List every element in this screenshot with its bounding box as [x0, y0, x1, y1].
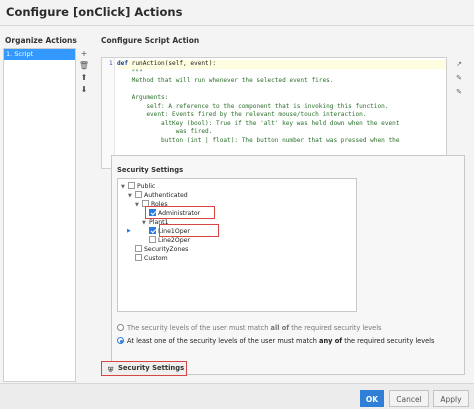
radio-any-suffix: the required security levels — [342, 337, 435, 345]
action-item-script[interactable]: 1. Script — [4, 49, 75, 60]
expand-arrow-icon[interactable]: ▶ — [127, 227, 134, 236]
tree-label: Line2Oper — [158, 237, 190, 244]
security-tree: ▼ Public ▼ Authenticated ▼ Roles Administra… — [117, 178, 357, 312]
code-line: was fired. — [117, 128, 213, 135]
radio-match-all[interactable]: The security levels of the user must mat… — [117, 323, 381, 333]
move-up-icon[interactable]: ⬆ — [78, 72, 90, 84]
editor-side-tools: ↗ ✎ ✎ — [453, 57, 465, 149]
radio-button-selected[interactable] — [117, 337, 124, 344]
security-settings-button-label: Security Settings — [118, 364, 185, 372]
apply-button[interactable]: Apply — [433, 390, 469, 407]
expand-arrow-icon[interactable]: ▼ — [128, 192, 135, 201]
code-line-def: def runAction(self, event): — [117, 60, 446, 69]
checkbox[interactable] — [135, 245, 142, 252]
tree-node-authenticated[interactable]: ▼ Authenticated — [128, 191, 188, 200]
tree-label: Authenticated — [144, 192, 188, 199]
organize-actions-header: Organize Actions — [5, 36, 77, 45]
def-keyword: def — [117, 60, 129, 67]
expand-icon[interactable]: ↗ — [453, 57, 465, 71]
edit-icon[interactable]: ✎ — [453, 71, 465, 85]
actions-toolbar: + 🗑 ⬆ ⬇ — [78, 48, 90, 96]
configure-script-header: Configure Script Action — [101, 36, 200, 45]
shield-icon: ⛨ — [108, 366, 114, 374]
line-number: 1 — [109, 60, 113, 67]
radio-all-suffix: the required security levels — [289, 324, 382, 332]
code-line: button (int | float): The button number … — [117, 136, 400, 144]
checkbox[interactable] — [135, 191, 142, 198]
radio-button[interactable] — [117, 324, 124, 331]
tree-node-custom[interactable]: Custom — [135, 254, 168, 263]
tree-label: Custom — [144, 255, 168, 262]
tree-node-security-zones[interactable]: SecurityZones — [135, 245, 188, 254]
code-line: event: Events fired by the relevant mous… — [117, 111, 367, 118]
checkbox[interactable] — [128, 182, 135, 189]
checkbox-checked[interactable] — [149, 227, 156, 234]
dialog-footer: OK Cancel Apply — [0, 383, 474, 409]
def-signature: runAction(self, event): — [128, 60, 217, 67]
security-settings-button[interactable]: ⛨ Security Settings — [101, 361, 187, 376]
actions-list: 1. Script — [3, 48, 76, 382]
ok-button[interactable]: OK — [360, 390, 384, 407]
script-editor[interactable]: 1 def runAction(self, event): """ Method… — [101, 57, 447, 169]
dialog-titlebar: Configure [onClick] Actions — [0, 0, 474, 26]
highlight-box — [145, 206, 215, 219]
expand-arrow-icon[interactable]: ▼ — [135, 201, 142, 210]
highlight-box — [159, 224, 219, 237]
editor-gutter — [102, 58, 115, 168]
edit-icon[interactable]: ✎ — [453, 85, 465, 99]
radio-any-text: At least one of the security levels of t… — [127, 337, 320, 345]
dialog-title: Configure [onClick] Actions — [6, 5, 183, 19]
dialog-body: Organize Actions 1. Script + 🗑 ⬆ ⬇ Confi… — [0, 26, 474, 383]
cancel-button[interactable]: Cancel — [389, 390, 429, 407]
move-down-icon[interactable]: ⬇ — [78, 84, 90, 96]
tree-label: SecurityZones — [144, 246, 189, 253]
security-settings-title: Security Settings — [117, 166, 184, 174]
radio-all-bold: all of — [270, 324, 290, 332]
radio-match-any[interactable]: At least one of the security levels of t… — [117, 336, 434, 346]
tree-node-line2oper[interactable]: Line2Oper — [149, 236, 190, 245]
code-line: """ — [117, 68, 143, 76]
code-line: self: A reference to the component that … — [117, 102, 389, 110]
radio-any-bold: any of — [319, 337, 343, 345]
delete-icon[interactable]: 🗑 — [78, 60, 90, 72]
expand-arrow-icon[interactable]: ▼ — [121, 183, 128, 192]
expand-arrow-icon[interactable]: ▼ — [142, 219, 149, 228]
radio-all-text: The security levels of the user must mat… — [127, 324, 271, 332]
code-line: Method that will run whenever the select… — [117, 77, 334, 84]
code-line: altKey (bool): True if the 'alt' key was… — [117, 119, 400, 127]
checkbox[interactable] — [135, 254, 142, 261]
add-icon[interactable]: + — [78, 48, 90, 60]
tree-label: Public — [137, 183, 156, 190]
checkbox[interactable] — [149, 236, 156, 243]
tree-node-public[interactable]: ▼ Public — [121, 182, 155, 191]
code-line: Arguments: — [117, 94, 169, 101]
